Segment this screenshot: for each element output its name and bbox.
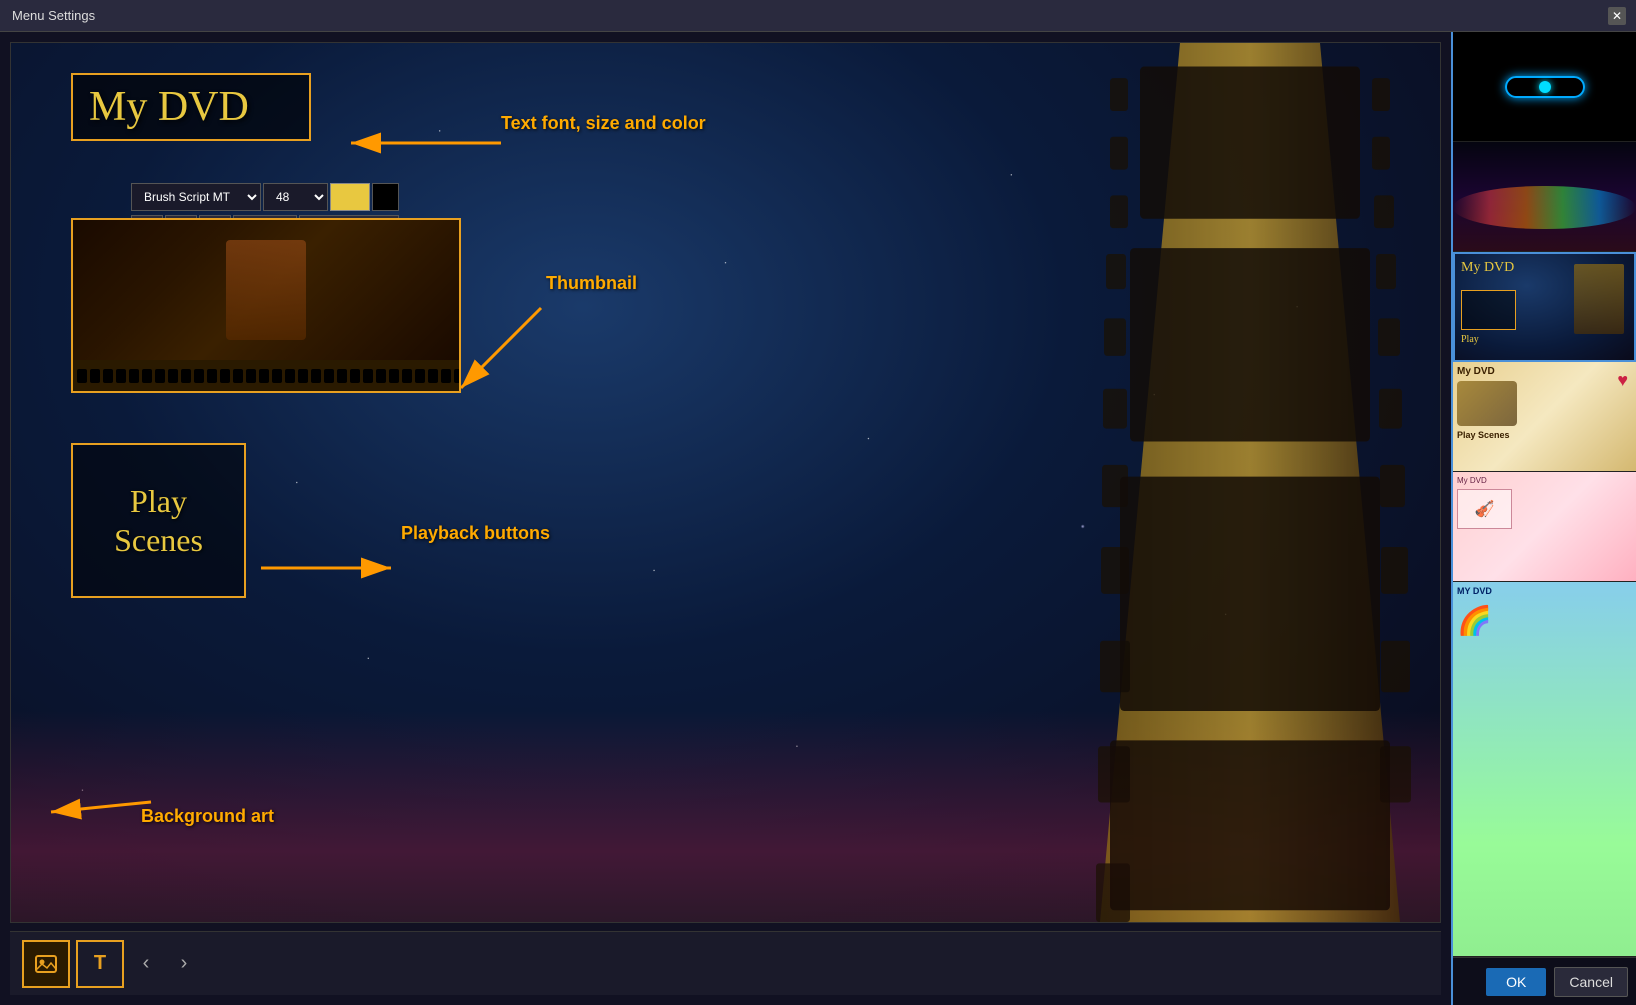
- text-tool-icon: T: [94, 952, 106, 975]
- thumb5-img: 🎻: [1457, 489, 1512, 529]
- thumb3-label: Play: [1461, 334, 1479, 345]
- right-sidebar: My DVD Play My DVD ♥ Play Scenes My DVD …: [1451, 32, 1636, 1005]
- thumbnail-inner: [73, 220, 459, 360]
- arrow-text-font: [311, 93, 511, 193]
- template-thumb-3[interactable]: My DVD Play: [1453, 252, 1636, 362]
- thumb1-pill: [1505, 76, 1585, 98]
- film-holes-bottom: [73, 360, 459, 392]
- template-thumb-2[interactable]: [1453, 142, 1636, 252]
- film-hole: [311, 369, 321, 383]
- arrow-background: [41, 742, 161, 822]
- preview-section: My DVD Brush Script MT Arial Times New R…: [0, 32, 1451, 1005]
- thumb3-imgbox: [1461, 290, 1516, 330]
- thumb3-title: My DVD: [1461, 260, 1514, 276]
- film-hole: [441, 369, 451, 383]
- thumb1-bg: [1453, 32, 1636, 141]
- film-hole: [90, 369, 100, 383]
- thumb6-title: MY DVD: [1457, 586, 1632, 596]
- thumb4-heart: ♥: [1617, 370, 1628, 391]
- film-hole: [376, 369, 386, 383]
- thumb4-label: Play Scenes: [1457, 430, 1632, 440]
- film-hole: [207, 369, 217, 383]
- film-hole: [181, 369, 191, 383]
- play-scenes-text: Play Scenes: [114, 482, 203, 559]
- film-hole: [324, 369, 334, 383]
- film-hole: [116, 369, 126, 383]
- dvd-preview: My DVD Brush Script MT Arial Times New R…: [10, 42, 1441, 923]
- film-hole: [428, 369, 438, 383]
- thumb4-img: [1457, 381, 1517, 426]
- ok-button[interactable]: OK: [1486, 968, 1546, 996]
- film-hole: [155, 369, 165, 383]
- thumb2-aurora: [1453, 186, 1636, 230]
- arrow-playback: [251, 538, 411, 598]
- text-tool-button[interactable]: T: [76, 940, 124, 988]
- film-hole: [272, 369, 282, 383]
- thumb3-bg: My DVD Play: [1455, 254, 1634, 360]
- film-hole: [246, 369, 256, 383]
- thumbnail-figure: [226, 240, 306, 340]
- dvd-title-box: My DVD: [71, 73, 311, 141]
- window-title: Menu Settings: [12, 8, 95, 23]
- template-thumb-6[interactable]: MY DVD 🌈: [1453, 582, 1636, 957]
- film-hole: [337, 369, 347, 383]
- thumb3-film: [1574, 264, 1624, 334]
- template-thumb-5[interactable]: My DVD 🎻: [1453, 472, 1636, 582]
- font-family-select[interactable]: Brush Script MT Arial Times New Roman: [131, 183, 261, 211]
- dvd-title-text: My DVD: [89, 83, 293, 131]
- close-button[interactable]: ✕: [1608, 7, 1626, 25]
- annotation-playback: Playback buttons: [401, 523, 550, 544]
- thumbnail-area[interactable]: [71, 218, 461, 393]
- annotation-text-font: Text font, size and color: [501, 113, 706, 134]
- next-button[interactable]: ›: [168, 948, 200, 980]
- film-hole: [415, 369, 425, 383]
- thumb5-title: My DVD: [1457, 476, 1632, 485]
- film-hole: [103, 369, 113, 383]
- template-thumb-4[interactable]: My DVD ♥ Play Scenes: [1453, 362, 1636, 472]
- film-hole: [363, 369, 373, 383]
- arrow-thumbnail: [451, 298, 581, 398]
- title-bar: Menu Settings ✕: [0, 0, 1636, 32]
- film-hole: [389, 369, 399, 383]
- bottom-toolbar: T ‹ ›: [10, 931, 1441, 995]
- film-hole: [168, 369, 178, 383]
- dialog-footer: OK Cancel: [1453, 957, 1636, 1005]
- image-icon: [34, 952, 58, 976]
- film-hole: [142, 369, 152, 383]
- cancel-button[interactable]: Cancel: [1554, 967, 1628, 997]
- film-hole: [220, 369, 230, 383]
- template-thumb-1[interactable]: [1453, 32, 1636, 142]
- thumb6-bg: MY DVD 🌈: [1453, 582, 1636, 956]
- film-hole: [350, 369, 360, 383]
- film-hole: [129, 369, 139, 383]
- thumb1-dot: [1539, 81, 1551, 93]
- film-hole: [233, 369, 243, 383]
- thumb4-title: My DVD: [1457, 366, 1632, 377]
- main-area: My DVD Brush Script MT Arial Times New R…: [0, 32, 1636, 1005]
- film-hole: [285, 369, 295, 383]
- film-hole: [259, 369, 269, 383]
- film-strip: [1060, 43, 1440, 922]
- prev-button[interactable]: ‹: [130, 948, 162, 980]
- film-hole: [194, 369, 204, 383]
- dvd-title-container: My DVD Brush Script MT Arial Times New R…: [71, 73, 311, 141]
- thumb6-emoji: 🌈: [1457, 604, 1632, 637]
- thumb5-bg: My DVD 🎻: [1453, 472, 1636, 581]
- thumb2-bg: [1453, 142, 1636, 251]
- film-hole: [402, 369, 412, 383]
- film-hole: [298, 369, 308, 383]
- playback-area[interactable]: Play Scenes: [71, 443, 246, 598]
- annotation-thumbnail: Thumbnail: [546, 273, 637, 294]
- film-hole: [77, 369, 87, 383]
- image-tool-button[interactable]: [22, 940, 70, 988]
- thumb4-bg: My DVD ♥ Play Scenes: [1453, 362, 1636, 471]
